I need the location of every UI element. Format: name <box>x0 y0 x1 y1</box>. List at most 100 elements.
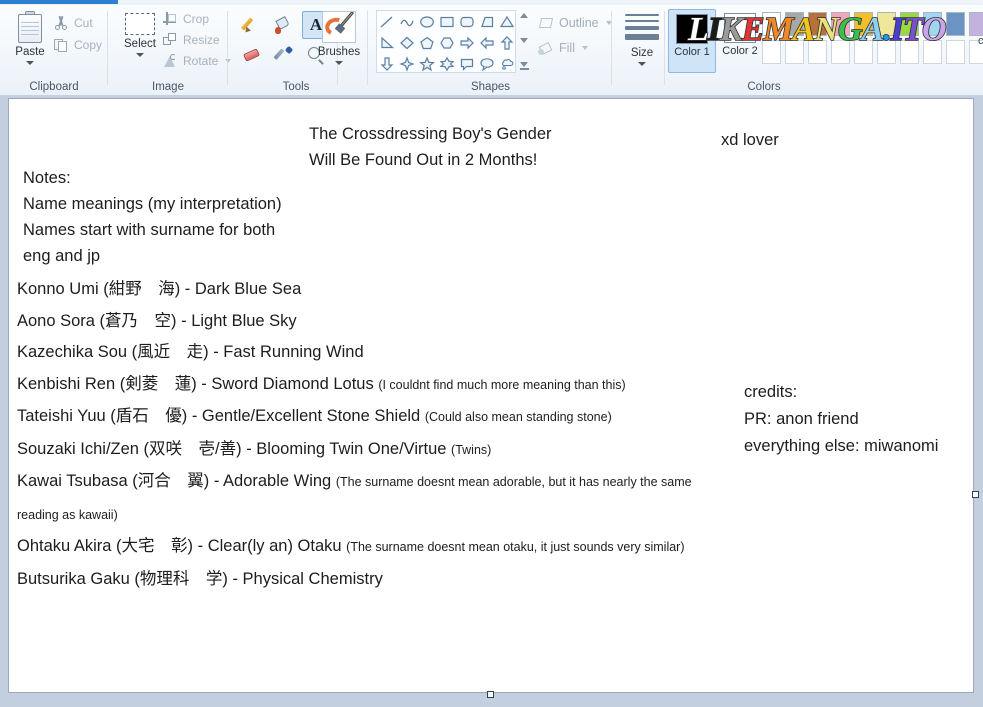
palette-swatch-r1-3[interactable] <box>831 12 850 36</box>
canvas-resize-handle-bottom[interactable] <box>487 691 494 698</box>
palette-swatch-r1-4[interactable] <box>854 12 873 36</box>
name-entry: Kawai Tsubasa (河合 翼) - Adorable Wing (Th… <box>17 466 717 531</box>
name-entry-main: Konno Umi (紺野 海) - Dark Blue Sea <box>17 280 302 298</box>
shape-triangle[interactable] <box>497 11 517 32</box>
color-2-button[interactable]: Color 2 <box>716 9 764 73</box>
palette-swatch-r2-6[interactable] <box>900 40 919 64</box>
palette-swatch-r2-0[interactable] <box>762 40 781 64</box>
palette-swatch-r2-8[interactable] <box>946 40 965 64</box>
outline-button[interactable]: Outline <box>538 15 612 31</box>
palette-swatch-r1-8[interactable] <box>946 12 965 36</box>
size-label: Size <box>630 47 654 59</box>
palette-swatch-r2-7[interactable] <box>923 40 942 64</box>
line-size-icon <box>625 11 659 44</box>
name-entry: Konno Umi (紺野 海) - Dark Blue Sea <box>17 274 717 306</box>
name-entry-note: (Could also mean standing stone) <box>424 410 612 424</box>
shape-oval[interactable] <box>417 11 437 32</box>
color-1-label: Color 1 <box>674 46 710 58</box>
tab-home-active[interactable] <box>0 0 118 4</box>
pencil-tool[interactable] <box>238 11 266 39</box>
size-button[interactable]: Size <box>619 11 665 71</box>
shape-rounded-rectangle[interactable] <box>457 11 477 32</box>
brush-icon <box>322 11 356 43</box>
outline-label: Outline <box>559 16 599 30</box>
shapes-gallery[interactable] <box>376 10 516 73</box>
name-entry: Tateishi Yuu (盾石 優) - Gentle/Excellent S… <box>17 401 717 434</box>
select-dropdown-caret[interactable] <box>136 53 144 57</box>
canvas-credits-text: credits: PR: anon friend everything else… <box>744 383 939 455</box>
palette-swatch-r1-7[interactable] <box>923 12 942 36</box>
group-label-shapes: Shapes <box>470 81 510 93</box>
shape-up-arrow[interactable] <box>497 32 517 53</box>
name-entry-main: Kenbishi Ren (剣菱 蓮) - Sword Diamond Lotu… <box>17 374 379 393</box>
name-entry: Ohtaku Akira (大宅 彰) - Clear(ly an) Otaku… <box>17 531 717 564</box>
selection-marquee-icon <box>125 13 155 35</box>
clipboard-icon <box>17 11 43 43</box>
edit-colors-label[interactable]: c <box>978 35 983 47</box>
color-palette[interactable] <box>762 12 983 66</box>
shape-rectangle[interactable] <box>437 11 457 32</box>
palette-swatch-r1-5[interactable] <box>877 12 896 36</box>
ribbon-group-brushes: Brushes <box>304 5 368 96</box>
brushes-button[interactable]: Brushes <box>310 9 368 73</box>
paste-button[interactable]: Paste <box>8 9 52 71</box>
ribbon-group-image: Select Crop Resize Rotate Image <box>108 5 232 96</box>
name-entry: Kenbishi Ren (剣菱 蓮) - Sword Diamond Lotu… <box>17 369 717 402</box>
palette-swatch-r1-1[interactable] <box>785 12 804 36</box>
brushes-dropdown-caret[interactable] <box>335 61 343 65</box>
shape-diamond[interactable] <box>397 32 417 53</box>
palette-swatch-r1-6[interactable] <box>900 12 919 36</box>
palette-swatch-r2-3[interactable] <box>831 40 850 64</box>
shape-cloud-callout[interactable] <box>497 53 517 74</box>
canvas-resize-handle-right[interactable] <box>972 491 979 498</box>
palette-swatch-r1-2[interactable] <box>808 12 827 36</box>
fill-dropdown-caret[interactable] <box>581 46 588 50</box>
palette-swatch-r1-9[interactable] <box>969 12 983 36</box>
shape-polygon[interactable] <box>477 11 497 32</box>
shape-hexagon[interactable] <box>437 32 457 53</box>
fill-button[interactable]: Fill <box>538 40 612 56</box>
palette-swatch-r1-0[interactable] <box>762 12 781 36</box>
resize-icon <box>162 32 178 48</box>
drawing-canvas[interactable]: The Crossdressing Boy's Gender Will Be F… <box>8 98 974 693</box>
size-dropdown-caret[interactable] <box>638 62 646 66</box>
shape-rounded-rectangular-callout[interactable] <box>457 53 477 74</box>
palette-swatch-r2-2[interactable] <box>808 40 827 64</box>
name-entry-main: Aono Sora (蒼乃 空) - Light Blue Sky <box>17 311 297 330</box>
shape-right-triangle[interactable] <box>377 32 397 53</box>
canvas-notes-text: Notes: Name meanings (my interpretation)… <box>23 169 282 265</box>
shape-pentagon[interactable] <box>417 32 437 53</box>
shape-six-point-star[interactable] <box>437 53 457 74</box>
brushes-label: Brushes <box>317 46 361 58</box>
palette-swatch-r2-4[interactable] <box>854 40 873 64</box>
resize-button[interactable]: Resize <box>162 32 220 48</box>
paste-dropdown-caret[interactable] <box>26 61 34 65</box>
copy-button[interactable]: Copy <box>53 37 102 53</box>
palette-swatch-r2-5[interactable] <box>877 40 896 64</box>
shape-right-arrow[interactable] <box>457 32 477 53</box>
color-1-button[interactable]: Color 1 <box>668 9 716 73</box>
resize-label: Resize <box>183 33 220 47</box>
shapes-scroll-down-icon[interactable] <box>520 37 528 43</box>
shapes-scroll-up-icon[interactable] <box>520 13 528 18</box>
fill-with-color-tool[interactable] <box>270 11 298 39</box>
shape-four-point-star[interactable] <box>397 53 417 74</box>
palette-swatch-r2-1[interactable] <box>785 40 804 64</box>
cut-button[interactable]: Cut <box>53 15 93 31</box>
color-picker-tool[interactable] <box>270 41 298 69</box>
shape-left-arrow[interactable] <box>477 32 497 53</box>
rotate-button[interactable]: Rotate <box>162 53 232 69</box>
shape-down-arrow[interactable] <box>377 53 397 74</box>
group-label-colors: Colors <box>747 81 781 93</box>
select-button[interactable]: Select <box>116 9 164 71</box>
shape-five-point-star[interactable] <box>417 53 437 74</box>
shapes-gallery-scroll[interactable] <box>518 10 530 73</box>
shape-oval-callout[interactable] <box>477 53 497 74</box>
canvas-name-list: Konno Umi (紺野 海) - Dark Blue Sea Aono Sor… <box>17 274 717 595</box>
eraser-tool[interactable] <box>238 41 266 69</box>
crop-button[interactable]: Crop <box>162 11 209 27</box>
shape-curve[interactable] <box>397 11 417 32</box>
name-entry: Souzaki Ichi/Zen (双咲 壱/善) - Blooming Twi… <box>17 434 717 467</box>
shape-line[interactable] <box>377 11 397 32</box>
shapes-expand-icon[interactable] <box>519 62 528 67</box>
